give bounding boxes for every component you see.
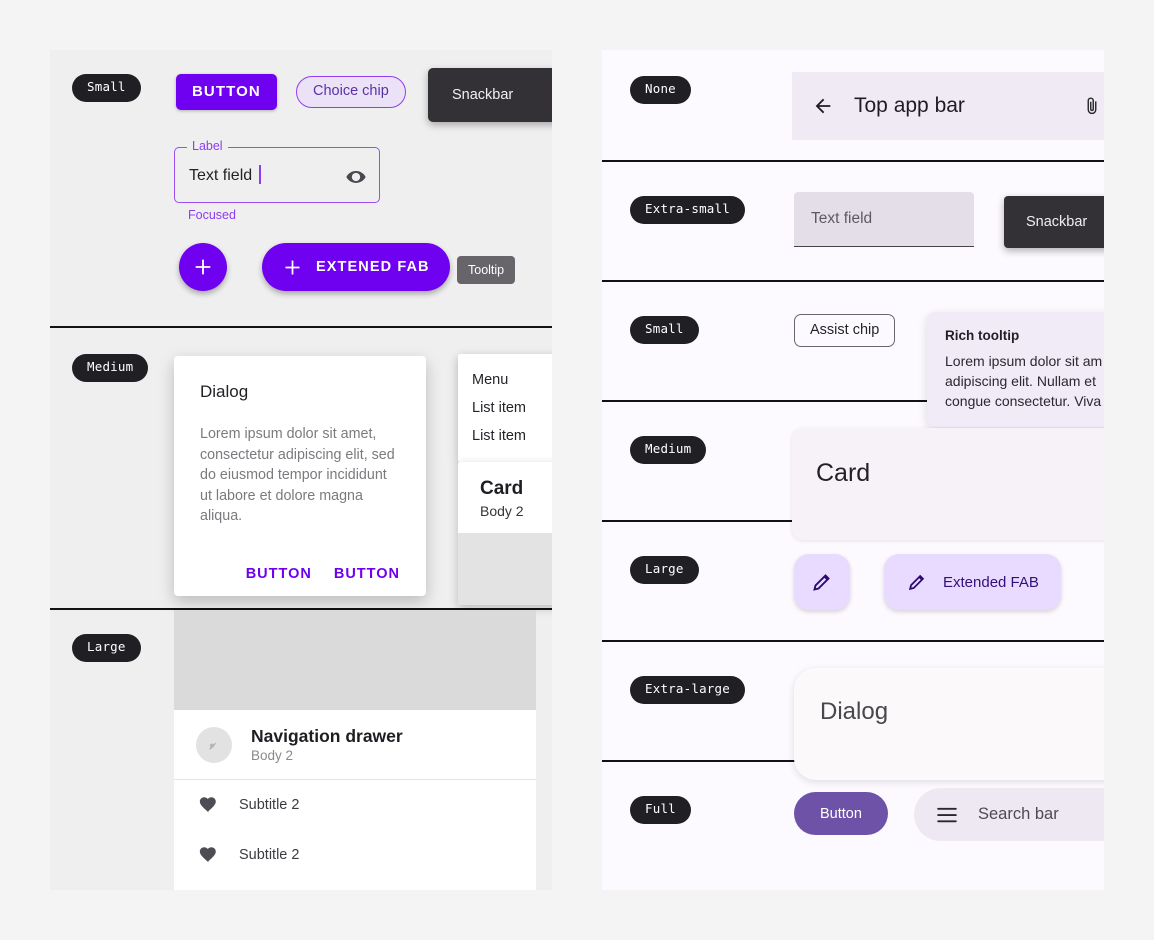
- right-panel-divider-2: [602, 280, 1104, 282]
- snackbar-right: Snackbar: [1004, 196, 1104, 248]
- top-app-bar-title: Top app bar: [854, 94, 965, 117]
- dialog-body: Lorem ipsum dolor sit amet, consectetur …: [200, 426, 395, 524]
- dialog-title: Dialog: [200, 382, 249, 401]
- search-bar-placeholder: Search bar: [978, 805, 1059, 823]
- pencil-icon: [813, 574, 830, 591]
- drawer-item-1-label: Subtitle 2: [239, 797, 300, 813]
- extended-fab-right[interactable]: Extended FAB: [884, 554, 1061, 610]
- account-icon: [209, 742, 217, 750]
- card-right: Card: [792, 428, 1104, 540]
- dialog-actions: BUTTON BUTTON: [200, 566, 400, 582]
- menu-item-1[interactable]: List item: [458, 394, 552, 422]
- filled-button[interactable]: BUTTON: [176, 74, 277, 110]
- dialog-right: Dialog: [794, 668, 1104, 780]
- filled-text-field[interactable]: Text field: [794, 192, 974, 247]
- avatar: [196, 726, 232, 763]
- extended-fab-right-label: Extended FAB: [943, 573, 1039, 591]
- dialog-right-title: Dialog: [820, 698, 889, 725]
- rich-tooltip-body: Lorem ipsum dolor sit am adipiscing elit…: [945, 353, 1103, 409]
- right-panel-divider-5: [602, 640, 1104, 642]
- assist-chip[interactable]: Assist chip: [794, 314, 896, 347]
- choice-chip[interactable]: Choice chip: [296, 76, 406, 108]
- right-panel: None Top app bar Extra-small Text field …: [602, 50, 1104, 890]
- snackbar-left: Snackbar: [428, 68, 552, 122]
- rich-tooltip: Rich tooltip Lorem ipsum dolor sit am ad…: [927, 312, 1104, 427]
- badge-full: Full: [630, 796, 691, 824]
- text-field-value: Text field: [189, 165, 261, 185]
- outlined-text-field[interactable]: Label Text field: [174, 139, 380, 203]
- fab-large[interactable]: [794, 554, 850, 610]
- arrow-left-icon[interactable]: [812, 95, 834, 117]
- drawer-account-text: Navigation drawer Body 2: [251, 726, 403, 763]
- card-media: [458, 533, 552, 605]
- extended-fab-label: EXTENED FAB: [316, 259, 430, 275]
- dialog-action-2[interactable]: BUTTON: [334, 566, 400, 582]
- navigation-drawer: Navigation drawer Body 2 Subtitle 2 Subt…: [174, 610, 536, 890]
- rich-tooltip-title: Rich tooltip: [945, 328, 1020, 343]
- search-bar[interactable]: Search bar: [914, 788, 1104, 841]
- dialog-left: Dialog Lorem ipsum dolor sit amet, conse…: [174, 356, 426, 596]
- badge-small-right: Small: [630, 316, 699, 344]
- menu-title[interactable]: Menu: [458, 366, 552, 394]
- left-panel-divider-1: [50, 326, 552, 328]
- pencil-icon: [908, 574, 925, 591]
- text-cursor: [259, 165, 261, 184]
- filled-text-field-placeholder: Text field: [811, 210, 873, 227]
- dialog-action-1[interactable]: BUTTON: [246, 566, 312, 582]
- top-app-bar: Top app bar: [792, 72, 1104, 140]
- badge-large-right: Large: [630, 556, 699, 584]
- plain-tooltip: Tooltip: [457, 256, 516, 284]
- badge-medium-right: Medium: [630, 436, 707, 464]
- drawer-account-row[interactable]: Navigation drawer Body 2: [174, 710, 536, 779]
- plus-icon: [285, 260, 300, 274]
- menu-icon[interactable]: [936, 807, 958, 823]
- card-left: Card Body 2: [458, 462, 552, 605]
- card-title: Card: [480, 478, 524, 499]
- drawer-item-2[interactable]: Subtitle 2: [174, 830, 536, 880]
- heart-icon: [199, 797, 216, 813]
- attachment-icon[interactable]: [1082, 96, 1102, 116]
- right-panel-divider-1: [602, 160, 1104, 162]
- badge-extra-large: Extra-large: [630, 676, 745, 704]
- badge-medium-left: Medium: [72, 354, 149, 382]
- drawer-item-1[interactable]: Subtitle 2: [174, 780, 536, 830]
- drawer-account-sub: Body 2: [251, 748, 294, 763]
- menu-card: Menu List item List item: [458, 354, 552, 462]
- floating-action-button[interactable]: [179, 243, 227, 291]
- drawer-item-2-label: Subtitle 2: [239, 847, 300, 863]
- heart-icon: [199, 847, 216, 863]
- badge-small-left: Small: [72, 74, 141, 102]
- plus-icon: [195, 259, 211, 275]
- eye-icon[interactable]: [345, 166, 367, 188]
- badge-none: None: [630, 76, 691, 104]
- card-body: Body 2: [480, 503, 524, 519]
- drawer-account-name: Navigation drawer: [251, 726, 403, 746]
- menu-item-2[interactable]: List item: [458, 422, 552, 450]
- left-panel: Small BUTTON Choice chip Snackbar Label …: [50, 50, 552, 890]
- card-right-title: Card: [816, 459, 871, 487]
- screenshot-stage: Small BUTTON Choice chip Snackbar Label …: [0, 0, 1154, 940]
- extended-fab[interactable]: EXTENED FAB: [262, 243, 450, 291]
- full-button[interactable]: Button: [794, 792, 888, 835]
- text-field-label: Label: [187, 139, 228, 153]
- badge-extra-small: Extra-small: [630, 196, 745, 224]
- drawer-header-image: [174, 610, 536, 710]
- text-field-helper: Focused: [188, 208, 236, 222]
- badge-large-left: Large: [72, 634, 141, 662]
